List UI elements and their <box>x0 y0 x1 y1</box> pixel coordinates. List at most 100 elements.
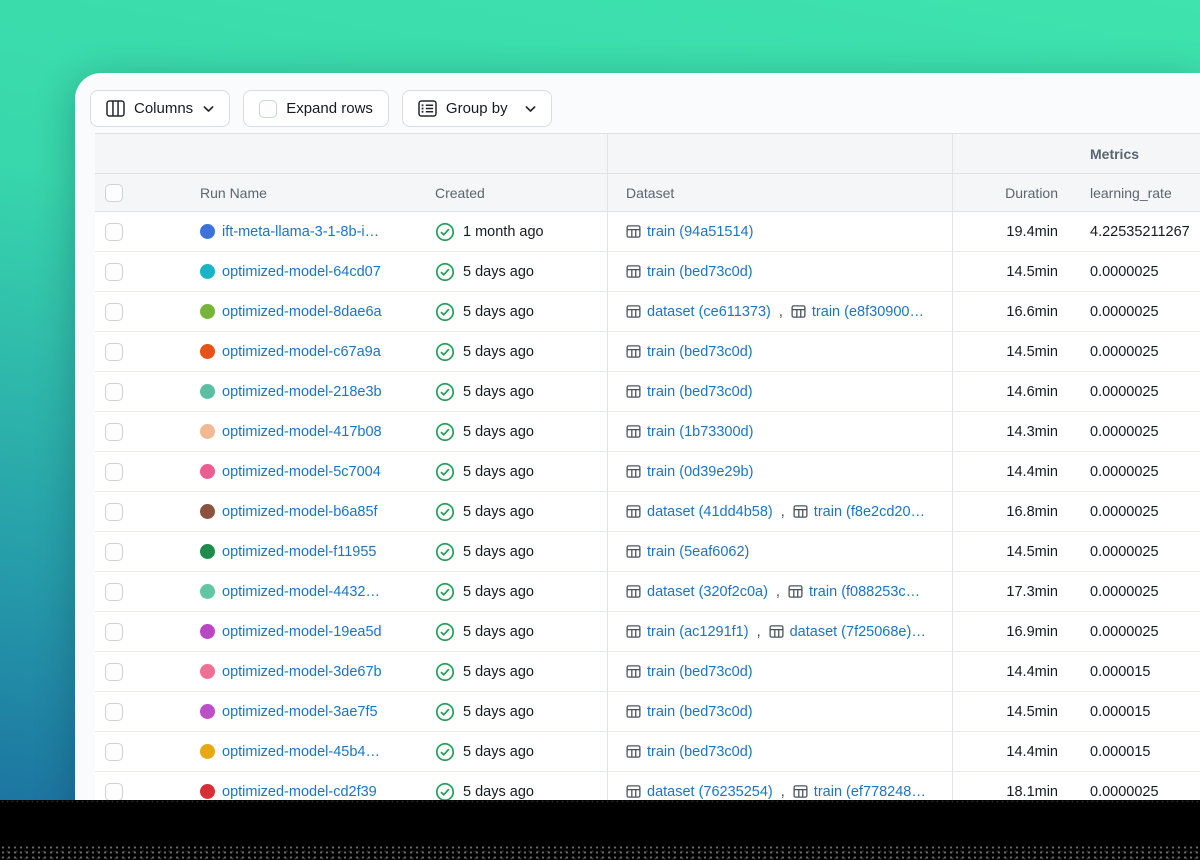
dataset-link[interactable]: train (94a51514) <box>647 224 753 240</box>
expand-rows-button[interactable]: Expand rows <box>243 90 389 127</box>
run-duration: 19.4min <box>1006 223 1058 240</box>
created-time: 5 days ago <box>463 583 534 600</box>
dataset-link[interactable]: train (1b73300d) <box>647 424 753 440</box>
row-checkbox[interactable] <box>105 702 123 721</box>
dataset-entry: dataset (7f25068e)… <box>769 624 926 640</box>
run-name-link[interactable]: optimized-model-3de67b <box>222 664 382 680</box>
select-all-checkbox[interactable] <box>105 183 123 202</box>
columns-button[interactable]: Columns <box>90 90 231 127</box>
row-checkbox[interactable] <box>105 742 123 761</box>
dataset-link[interactable]: train (bed73c0d) <box>647 664 753 680</box>
check-circle-icon <box>435 262 455 282</box>
dataset-entry: train (f8e2cd20… <box>793 504 925 520</box>
run-duration: 14.6min <box>1006 383 1058 400</box>
created-time: 5 days ago <box>463 663 534 680</box>
dataset-link[interactable]: train (bed73c0d) <box>647 344 753 360</box>
run-color-dot <box>200 424 215 439</box>
check-circle-icon <box>435 742 455 762</box>
run-name-link[interactable]: optimized-model-c67a9a <box>222 344 381 360</box>
expand-rows-checkbox[interactable] <box>259 99 278 118</box>
run-learning-rate: 0.0000025 <box>1090 503 1159 520</box>
dataset-link[interactable]: train (bed73c0d) <box>647 744 753 760</box>
run-name-link[interactable]: optimized-model-417b08 <box>222 424 382 440</box>
run-name-column-header[interactable]: Run Name <box>160 174 435 211</box>
run-duration: 14.5min <box>1006 543 1058 560</box>
dataset-entry: train (bed73c0d) <box>626 264 753 280</box>
table-row: ift-meta-llama-3-1-8b-i… 1 month ago train… <box>95 212 1200 252</box>
dataset-entry: train (94a51514) <box>626 224 753 240</box>
dataset-link[interactable]: train (bed73c0d) <box>647 704 753 720</box>
run-name-link[interactable]: optimized-model-5c7004 <box>222 464 381 480</box>
run-name-link[interactable]: optimized-model-cd2f39 <box>222 784 377 800</box>
dataset-link[interactable]: train (ac1291f1) <box>647 624 749 640</box>
run-name-link[interactable]: optimized-model-4432… <box>222 584 380 600</box>
dataset-link[interactable]: train (e8f30900… <box>812 304 924 320</box>
run-learning-rate: 0.0000025 <box>1090 303 1159 320</box>
dataset-link[interactable]: train (bed73c0d) <box>647 264 753 280</box>
table-row: optimized-model-45b4… 5 days ago train (be… <box>95 732 1200 772</box>
row-checkbox[interactable] <box>105 782 123 801</box>
created-time: 1 month ago <box>463 223 544 240</box>
dataset-link[interactable]: dataset (7f25068e)… <box>790 624 926 640</box>
table-grid-icon <box>791 304 806 319</box>
dataset-column-header[interactable]: Dataset <box>607 174 953 211</box>
check-circle-icon <box>435 422 455 442</box>
table-grid-icon <box>626 744 641 759</box>
run-color-dot <box>200 544 215 559</box>
dataset-separator: , <box>780 503 785 520</box>
dataset-separator: , <box>780 783 785 800</box>
run-duration: 14.3min <box>1006 423 1058 440</box>
dataset-entry: train (bed73c0d) <box>626 664 753 680</box>
run-name-link[interactable]: optimized-model-8dae6a <box>222 304 382 320</box>
row-checkbox[interactable] <box>105 542 123 561</box>
dataset-entry: train (bed73c0d) <box>626 344 753 360</box>
row-checkbox[interactable] <box>105 622 123 641</box>
dataset-link[interactable]: train (5eaf6062) <box>647 544 749 560</box>
run-name-link[interactable]: optimized-model-64cd07 <box>222 264 381 280</box>
created-column-header[interactable]: Created <box>435 174 607 211</box>
run-duration: 16.9min <box>1006 623 1058 640</box>
run-name-link[interactable]: optimized-model-45b4… <box>222 744 380 760</box>
run-name-link[interactable]: ift-meta-llama-3-1-8b-i… <box>222 224 379 240</box>
run-learning-rate: 0.000015 <box>1090 703 1151 720</box>
learning-rate-column-header[interactable]: learning_rate <box>1072 174 1200 211</box>
row-checkbox[interactable] <box>105 662 123 681</box>
dataset-link[interactable]: dataset (320f2c0a) <box>647 584 768 600</box>
run-name-link[interactable]: optimized-model-218e3b <box>222 384 382 400</box>
chevron-down-icon <box>525 105 536 113</box>
dataset-entry: train (f088253c… <box>788 584 920 600</box>
table-grid-icon <box>626 544 641 559</box>
row-checkbox[interactable] <box>105 422 123 441</box>
row-checkbox[interactable] <box>105 262 123 281</box>
check-circle-icon <box>435 222 455 242</box>
bottom-shadow-band <box>0 800 1200 860</box>
row-checkbox[interactable] <box>105 502 123 521</box>
row-checkbox[interactable] <box>105 382 123 401</box>
run-name-link[interactable]: optimized-model-b6a85f <box>222 504 378 520</box>
run-learning-rate: 0.0000025 <box>1090 543 1159 560</box>
dataset-link[interactable]: train (0d39e29b) <box>647 464 753 480</box>
run-name-link[interactable]: optimized-model-19ea5d <box>222 624 382 640</box>
dataset-link[interactable]: dataset (41dd4b58) <box>647 504 773 520</box>
group-by-button[interactable]: Group by <box>401 90 552 127</box>
row-checkbox[interactable] <box>105 462 123 481</box>
run-name-link[interactable]: optimized-model-3ae7f5 <box>222 704 378 720</box>
dataset-link[interactable]: dataset (ce611373) <box>647 304 771 320</box>
row-checkbox[interactable] <box>105 582 123 601</box>
dataset-link[interactable]: train (ef778248… <box>814 784 926 800</box>
dataset-link[interactable]: train (f088253c… <box>809 584 920 600</box>
created-time: 5 days ago <box>463 343 534 360</box>
table-grid-icon <box>788 584 803 599</box>
row-checkbox[interactable] <box>105 342 123 361</box>
group-by-label: Group by <box>445 100 508 117</box>
dataset-link[interactable]: dataset (76235254) <box>647 784 773 800</box>
duration-column-header[interactable]: Duration <box>953 174 1072 211</box>
run-name-link[interactable]: optimized-model-f11955 <box>222 544 376 560</box>
created-time: 5 days ago <box>463 743 534 760</box>
dataset-link[interactable]: train (f8e2cd20… <box>814 504 925 520</box>
dataset-link[interactable]: train (bed73c0d) <box>647 384 753 400</box>
created-time: 5 days ago <box>463 703 534 720</box>
row-checkbox[interactable] <box>105 302 123 321</box>
dataset-entry: dataset (ce611373) <box>626 304 771 320</box>
row-checkbox[interactable] <box>105 222 123 241</box>
